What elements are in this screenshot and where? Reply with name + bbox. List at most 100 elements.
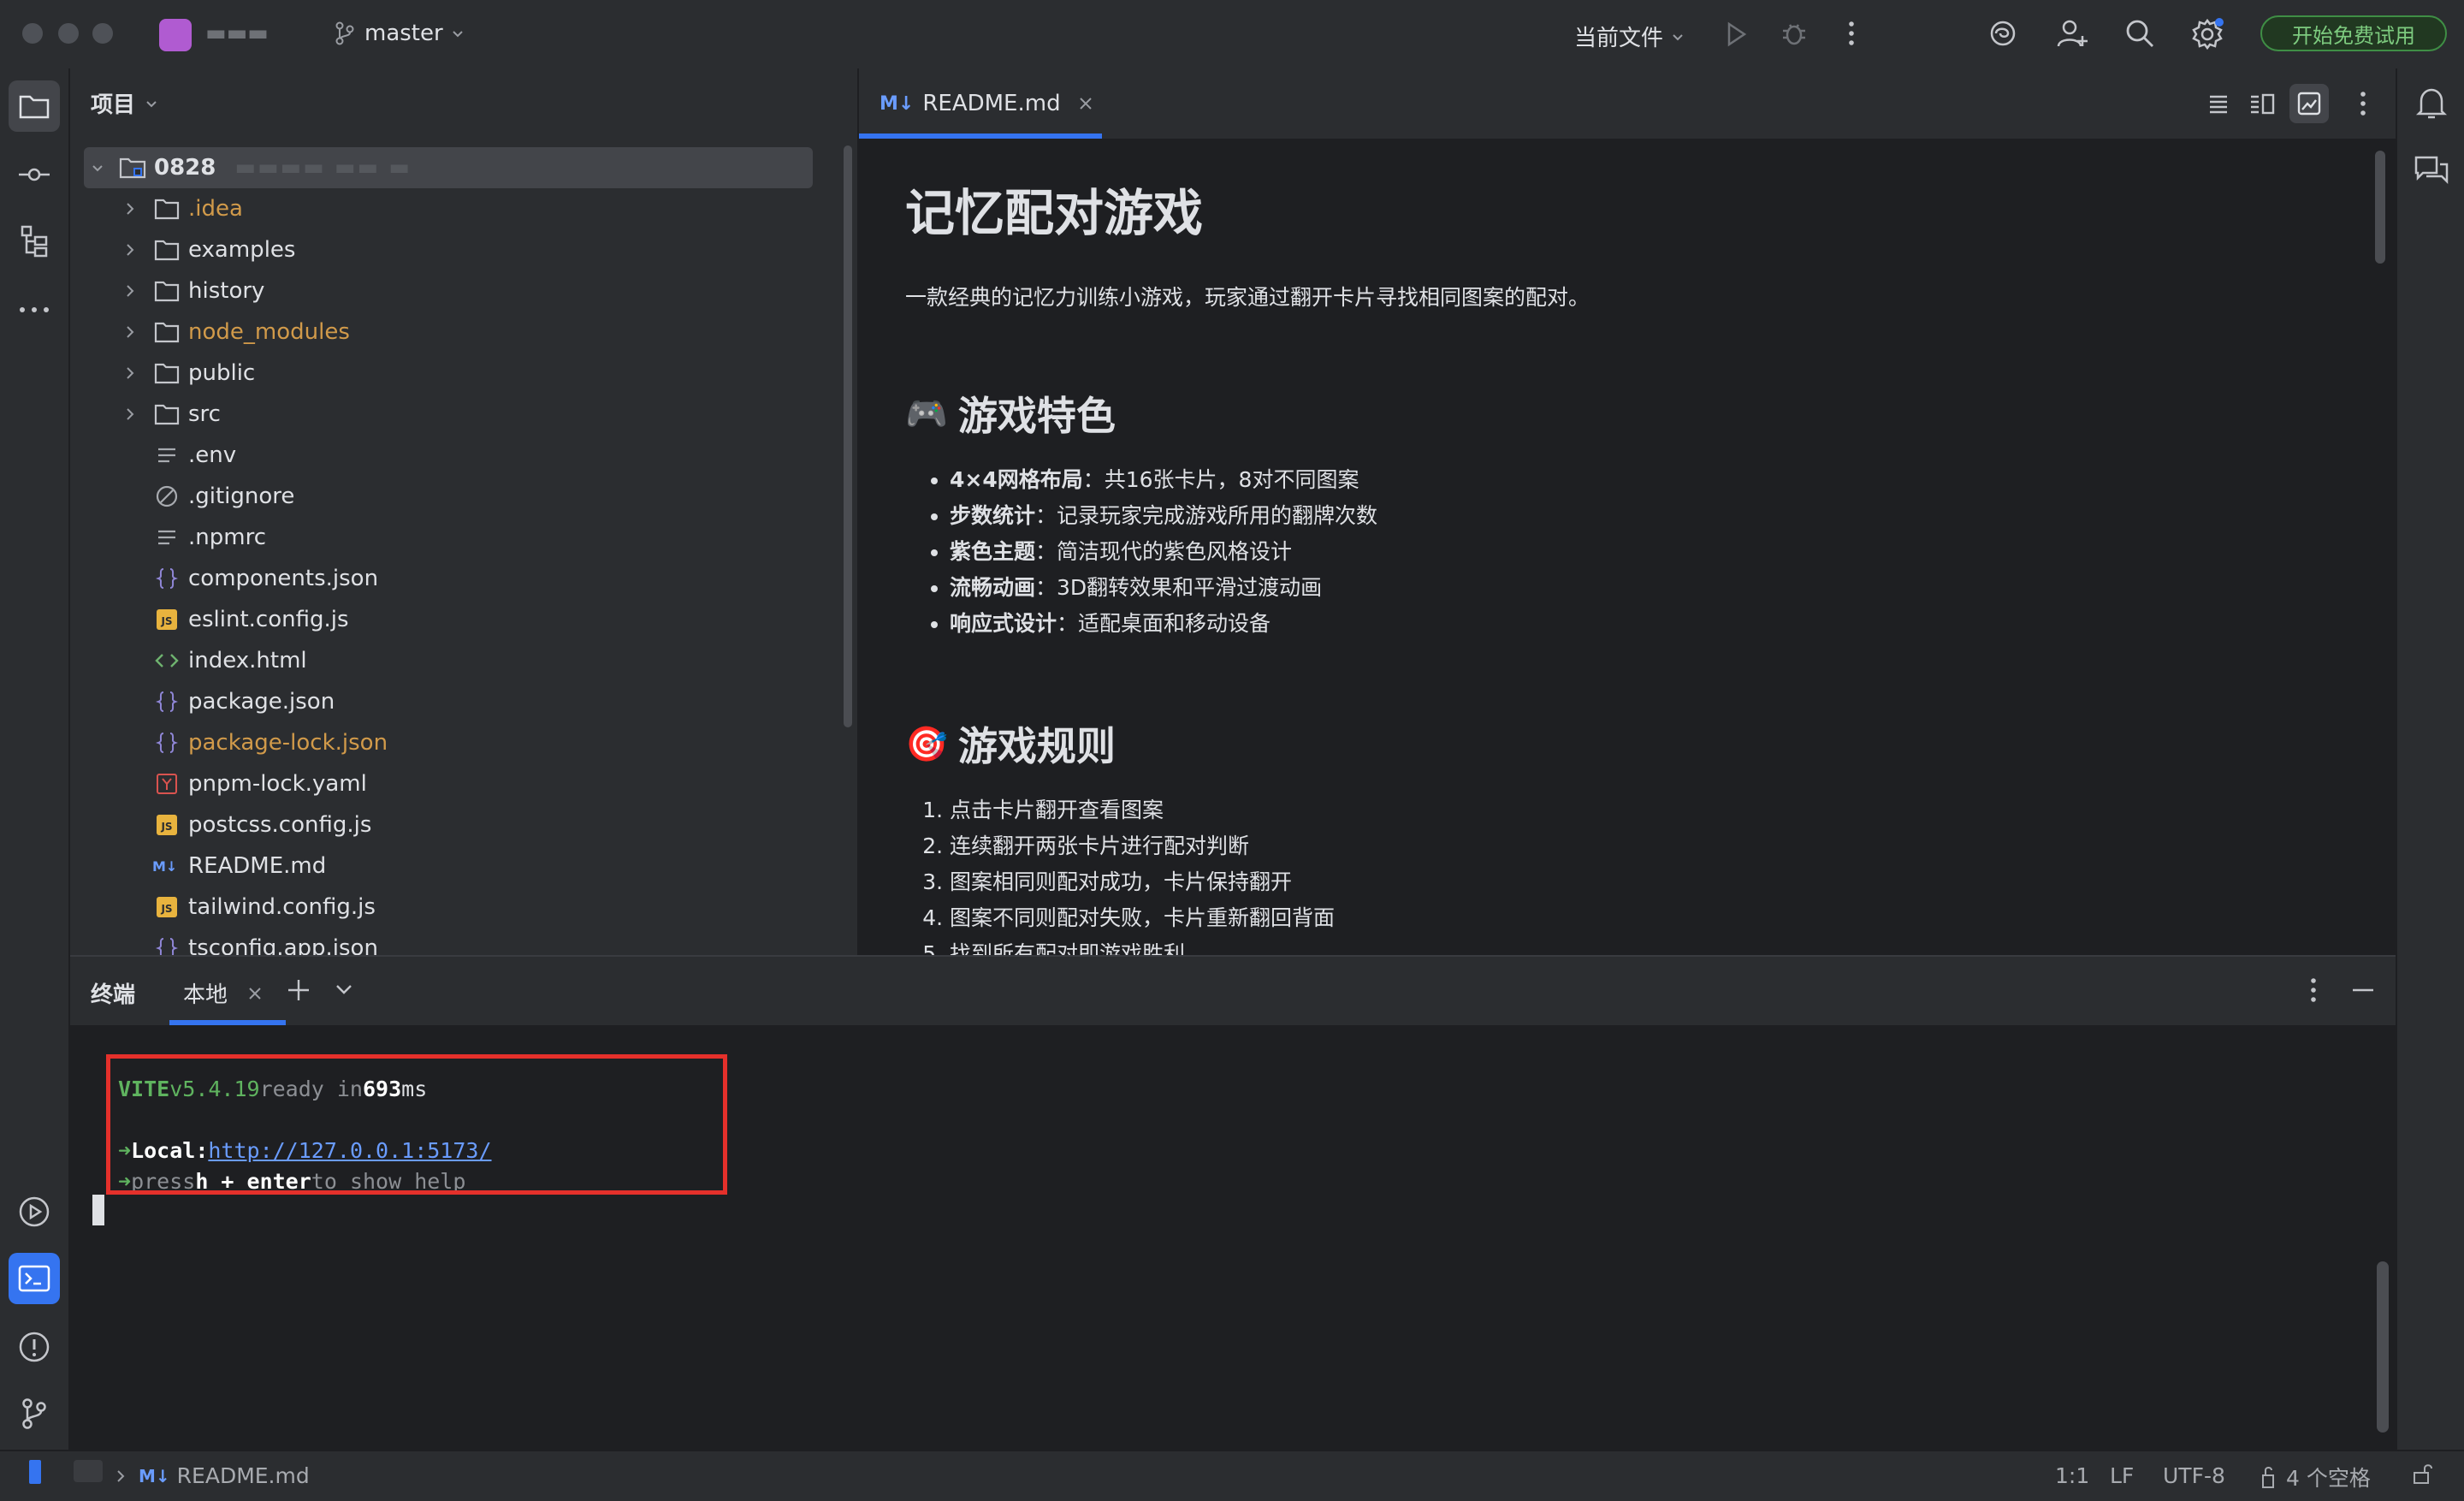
chevron-right-icon[interactable] [120,283,140,299]
tree-file-row[interactable]: JS postcss.config.js [120,804,857,845]
tree-file-row[interactable]: JS eslint.config.js [120,599,857,640]
svg-text:M↓: M↓ [152,858,177,875]
tree-file-row[interactable]: .gitignore [120,476,857,517]
branch-widget[interactable]: master [334,21,465,46]
tree-file-row[interactable]: .npmrc [120,517,857,558]
project-scrollbar[interactable] [844,145,852,727]
warning-circle-icon [17,1330,51,1364]
project-logo[interactable] [159,19,192,51]
tree-folder-row[interactable]: .idea [120,188,857,229]
json-file-icon [152,730,181,756]
right-tool-strip [2396,68,2464,1450]
tree-file-row[interactable]: package-lock.json [120,722,857,763]
tree-folder-row[interactable]: public [120,353,857,394]
new-terminal-plus-icon[interactable] [286,977,311,1003]
add-user-icon[interactable] [2055,17,2089,51]
chevron-right-icon[interactable] [120,242,140,258]
debug-icon[interactable] [1780,19,1809,48]
text-file-icon [152,525,181,550]
commit-tool-button[interactable] [9,149,60,200]
chevron-down-icon[interactable] [334,981,354,1000]
project-panel-header[interactable]: 项目 [91,87,159,119]
chevron-down-icon [450,26,465,41]
close-window-button[interactable] [22,23,43,44]
more-actions-icon[interactable] [2358,89,2368,118]
project-badge-blurred [74,1460,103,1482]
rules-list: 点击卡片翻开查看图案连续翻开两张卡片进行配对判断图案相同则配对成功，卡片保持翻开… [905,792,2343,972]
close-icon[interactable] [1078,96,1093,111]
ai-chat-icon[interactable] [2413,152,2450,187]
doc-intro: 一款经典的记忆力训练小游戏，玩家通过翻开卡片寻找相同图案的配对。 [905,285,1590,310]
tree-file-row[interactable]: package.json [120,681,857,722]
notifications-bell-icon[interactable] [2414,86,2449,122]
tree-item-label: package-lock.json [188,730,388,756]
project-tool-button[interactable] [9,80,60,132]
indent-setting[interactable]: 4 个空格 [2259,1462,2371,1492]
feature-item: 4×4网格布局：共16张卡片，8对不同图案 [950,462,2343,498]
tree-file-row[interactable]: index.html [120,640,857,681]
feature-item: 响应式设计：适配桌面和移动设备 [950,606,2343,642]
tab-terminal-local[interactable]: 本地 [163,957,286,1025]
split-view-icon[interactable] [2248,91,2276,116]
caret-position[interactable]: 1:1 [2055,1463,2089,1488]
folder-icon [152,196,181,222]
folder-icon [152,237,181,263]
tree-file-row[interactable]: JS tailwind.config.js [120,887,857,928]
tree-folder-row[interactable]: src [120,394,857,435]
tree-folder-row[interactable]: history [120,270,857,311]
zoom-window-button[interactable] [92,23,113,44]
minimize-panel-icon[interactable] [2351,988,2375,993]
doc-title: 记忆配对游戏 [905,184,1204,242]
tree-file-row[interactable]: tsconfig.app.json [120,928,857,955]
editor-scrollbar[interactable] [2375,151,2385,264]
start-free-trial-button[interactable]: 开始免费试用 [2260,15,2447,51]
markdown-file-icon: M↓ [139,1465,170,1486]
git-tool-button[interactable] [9,1388,60,1439]
tab-readme[interactable]: M↓ README.md [859,68,1102,139]
problems-tool-button[interactable] [9,1321,60,1373]
rule-item: 图案不同则配对失败，卡片重新翻回背面 [950,900,2343,936]
tree-file-row[interactable]: .env [120,435,857,476]
chevron-right-icon [117,1469,125,1482]
preview-only-view-button[interactable] [2289,84,2329,123]
close-icon[interactable] [248,987,262,1000]
html-file-icon [152,648,181,673]
editor-only-view-icon[interactable] [2206,91,2231,116]
run-config-selector[interactable]: 当前文件 [1574,21,1685,52]
chevron-right-icon[interactable] [120,365,140,381]
svg-text:JS: JS [160,615,172,627]
more-actions-icon[interactable] [1846,19,1857,48]
feature-name: 流畅动画 [950,575,1036,600]
more-tools-button[interactable] [9,284,60,335]
ai-assistant-icon[interactable] [1987,17,2019,50]
search-icon[interactable] [2123,17,2156,50]
run-icon[interactable] [1723,21,1749,48]
more-actions-icon[interactable] [2308,976,2319,1005]
tree-folder-row[interactable]: node_modules [120,311,857,353]
tree-file-row[interactable]: pnpm-lock.yaml [120,763,857,804]
line-ending[interactable]: LF [2110,1463,2134,1488]
feature-name: 步数统计 [950,503,1036,528]
tree-file-row[interactable]: M↓ README.md [120,845,857,887]
chevron-right-icon[interactable] [120,201,140,217]
tree-root-row[interactable]: 0828 ▬▬▬▬ ▬▬ ▬ [87,147,857,188]
minimize-window-button[interactable] [58,23,79,44]
structure-tool-button[interactable] [9,216,60,267]
feature-item: 步数统计：记录玩家完成游戏所用的翻牌次数 [950,498,2343,534]
settings-gear-icon[interactable] [2190,15,2226,51]
terminal-tab-label: 本地 [183,982,228,1008]
services-tool-button[interactable] [9,1186,60,1237]
terminal-tool-button[interactable] [9,1253,60,1304]
chevron-right-icon[interactable] [120,324,140,340]
file-encoding[interactable]: UTF-8 [2163,1463,2225,1488]
tree-folder-row[interactable]: examples [120,229,857,270]
unlock-icon[interactable] [2411,1462,2435,1486]
vcs-indicator [29,1460,41,1484]
project-name[interactable]: ▬▬▬ [205,21,269,46]
tree-item-label: components.json [188,566,379,591]
terminal-scrollbar[interactable] [2377,1261,2389,1433]
breadcrumb[interactable]: M↓ README.md [115,1463,310,1488]
markdown-file-icon: M↓ [152,853,181,879]
chevron-right-icon[interactable] [120,406,140,422]
tree-file-row[interactable]: components.json [120,558,857,599]
